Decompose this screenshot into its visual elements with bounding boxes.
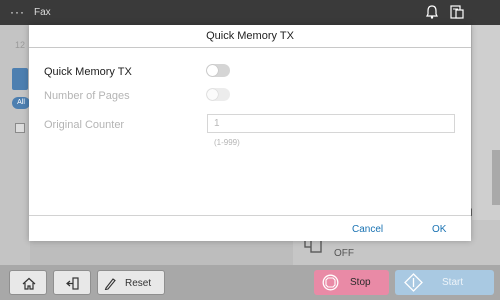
background-checkbox — [15, 123, 25, 133]
home-button[interactable] — [9, 270, 47, 295]
quick-memory-dialog: Quick Memory TX Quick Memory TX Number o… — [29, 25, 471, 241]
quick-memory-toggle[interactable] — [206, 64, 230, 77]
logout-button[interactable] — [53, 270, 91, 295]
reset-label: Reset — [125, 278, 152, 289]
dialog-title: Quick Memory TX — [29, 25, 471, 48]
original-counter-input[interactable] — [207, 114, 455, 133]
app-title: Fax — [34, 7, 51, 18]
background-left-panel — [0, 25, 30, 265]
background-counter: 12 — [15, 40, 26, 50]
cancel-button[interactable]: Cancel — [352, 224, 383, 235]
menu-icon[interactable]: ··· — [10, 5, 25, 19]
stop-label: Stop — [350, 277, 371, 288]
start-label: Start — [442, 277, 464, 288]
stop-icon — [322, 274, 339, 291]
background-all-chip: All — [12, 97, 30, 109]
background-tab — [12, 68, 28, 90]
ok-button[interactable]: OK — [432, 224, 446, 235]
bottom-bar: Reset Stop Start — [0, 265, 500, 300]
start-icon — [404, 273, 423, 292]
background-scrollbar — [492, 150, 500, 205]
toggle-knob — [207, 89, 218, 100]
memory-status: OFF — [334, 248, 354, 259]
device-icon[interactable] — [448, 3, 466, 21]
original-counter-range: (1-999) — [214, 138, 240, 147]
reset-icon — [104, 278, 116, 290]
start-button[interactable]: Start — [395, 270, 494, 295]
dialog-divider — [29, 215, 471, 216]
stop-button[interactable]: Stop — [314, 270, 389, 295]
toggle-knob — [207, 65, 218, 76]
original-counter-label: Original Counter — [44, 119, 125, 131]
number-of-pages-toggle[interactable] — [206, 88, 230, 101]
home-icon — [22, 277, 36, 290]
quick-memory-label: Quick Memory TX — [44, 66, 132, 78]
top-bar: ··· Fax — [0, 0, 500, 25]
logout-icon — [66, 277, 79, 290]
number-of-pages-label: Number of Pages — [44, 90, 130, 102]
bell-icon[interactable] — [423, 3, 441, 21]
reset-button[interactable]: Reset — [97, 270, 165, 295]
